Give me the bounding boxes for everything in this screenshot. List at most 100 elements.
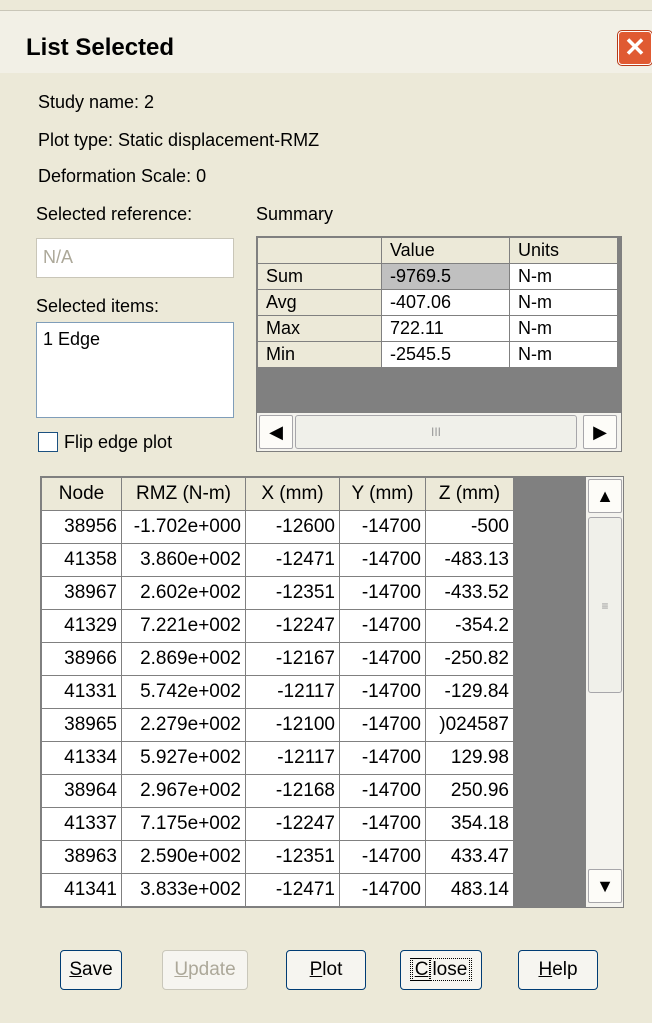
cell-z: -354.2 xyxy=(425,609,514,643)
cell-x: -12471 xyxy=(245,873,340,907)
summary-row[interactable]: Sum -9769.5 N-m xyxy=(257,263,618,290)
summary-row-units: N-m xyxy=(509,289,618,316)
summary-row-name: Max xyxy=(257,315,382,342)
cell-rmz: 2.967e+002 xyxy=(121,774,246,808)
cell-x: -12600 xyxy=(245,510,340,544)
plot-button[interactable]: Plot xyxy=(286,950,366,990)
summary-row[interactable]: Min -2545.5 N-m xyxy=(257,341,618,368)
cell-z: 354.18 xyxy=(425,807,514,841)
column-header-rmz[interactable]: RMZ (N-m) xyxy=(121,477,246,511)
cell-y: -14700 xyxy=(339,576,426,610)
save-label: ave xyxy=(82,959,113,980)
summary-row-units: N-m xyxy=(509,341,618,368)
summary-row[interactable]: Avg -407.06 N-m xyxy=(257,289,618,316)
cell-z: 483.14 xyxy=(425,873,514,907)
save-button[interactable]: Save xyxy=(60,950,122,990)
column-header-z[interactable]: Z (mm) xyxy=(425,477,514,511)
table-row[interactable]: 41358 3.860e+002 -12471 -14700 -483.13 xyxy=(41,543,514,577)
summary-row-value[interactable]: -407.06 xyxy=(381,289,510,316)
cell-x: -12168 xyxy=(245,774,340,808)
summary-label: Summary xyxy=(256,204,334,224)
cell-node: 41337 xyxy=(41,807,122,841)
help-label: elp xyxy=(552,959,578,980)
cell-x: -12351 xyxy=(245,840,340,874)
title-bar[interactable]: List Selected ✕ xyxy=(0,10,652,73)
plot-type: Plot type: Static displacement-RMZ xyxy=(38,130,320,150)
cell-rmz: 2.590e+002 xyxy=(121,840,246,874)
cell-x: -12351 xyxy=(245,576,340,610)
cell-node: 38967 xyxy=(41,576,122,610)
column-header-node[interactable]: Node xyxy=(41,477,122,511)
flip-edge-plot-checkbox[interactable] xyxy=(38,432,58,452)
cell-y: -14700 xyxy=(339,741,426,775)
summary-row[interactable]: Max 722.11 N-m xyxy=(257,315,618,342)
table-row[interactable]: 38964 2.967e+002 -12168 -14700 250.96 xyxy=(41,774,514,808)
scroll-thumb[interactable]: III xyxy=(295,415,577,449)
update-mnemonic: U xyxy=(174,959,189,980)
window-title: List Selected xyxy=(26,34,175,61)
results-table[interactable]: Node RMZ (N-m) X (mm) Y (mm) Z (mm) 3895… xyxy=(40,476,624,908)
close-icon[interactable]: ✕ xyxy=(618,31,652,65)
arrow-up-icon[interactable]: ▲ xyxy=(588,479,622,513)
selected-reference-field: N/A xyxy=(36,238,234,278)
table-row[interactable]: 41329 7.221e+002 -12247 -14700 -354.2 xyxy=(41,609,514,643)
close-button[interactable]: Close xyxy=(400,950,482,990)
cell-z: 433.47 xyxy=(425,840,514,874)
cell-y: -14700 xyxy=(339,807,426,841)
arrow-right-icon[interactable]: ▶ xyxy=(583,415,617,449)
cell-x: -12167 xyxy=(245,642,340,676)
cell-y: -14700 xyxy=(339,774,426,808)
table-row[interactable]: 41341 3.833e+002 -12471 -14700 483.14 xyxy=(41,873,514,907)
summary-row-name: Min xyxy=(257,341,382,368)
cell-y: -14700 xyxy=(339,642,426,676)
update-button: Update xyxy=(162,950,248,990)
table-row[interactable]: 38963 2.590e+002 -12351 -14700 433.47 xyxy=(41,840,514,874)
scroll-thumb[interactable]: ≡ xyxy=(588,517,622,693)
table-row[interactable]: 38956 -1.702e+000 -12600 -14700 -500 xyxy=(41,510,514,544)
summary-row-units: N-m xyxy=(509,315,618,342)
summary-row-value[interactable]: -9769.5 xyxy=(381,263,510,290)
cell-z: -433.52 xyxy=(425,576,514,610)
cell-y: -14700 xyxy=(339,510,426,544)
cell-rmz: 5.927e+002 xyxy=(121,741,246,775)
table-row[interactable]: 41334 5.927e+002 -12117 -14700 129.98 xyxy=(41,741,514,775)
summary-grid[interactable]: Value Units Sum -9769.5 N-m Avg -407.06 … xyxy=(256,236,622,452)
cell-y: -14700 xyxy=(339,873,426,907)
summary-row-value[interactable]: 722.11 xyxy=(381,315,510,342)
cell-rmz: 2.602e+002 xyxy=(121,576,246,610)
arrow-left-icon[interactable]: ◀ xyxy=(259,415,293,449)
study-name: Study name: 2 xyxy=(38,92,155,112)
summary-horizontal-scrollbar[interactable]: ◀ III ▶ xyxy=(257,413,621,451)
summary-row-name: Avg xyxy=(257,289,382,316)
table-row[interactable]: 41331 5.742e+002 -12117 -14700 -129.84 xyxy=(41,675,514,709)
cell-node: 41329 xyxy=(41,609,122,643)
cell-z: -129.84 xyxy=(425,675,514,709)
cell-rmz: 7.175e+002 xyxy=(121,807,246,841)
help-mnemonic: H xyxy=(538,959,553,980)
selected-items-list[interactable]: 1 Edge xyxy=(36,322,234,418)
arrow-down-icon[interactable]: ▼ xyxy=(588,869,622,903)
table-row[interactable]: 41337 7.175e+002 -12247 -14700 354.18 xyxy=(41,807,514,841)
table-row[interactable]: 38965 2.279e+002 -12100 -14700)024587 xyxy=(41,708,514,742)
cell-rmz: 2.279e+002 xyxy=(121,708,246,742)
summary-row-value[interactable]: -2545.5 xyxy=(381,341,510,368)
cell-node: 41341 xyxy=(41,873,122,907)
flip-edge-plot-label[interactable]: Flip edge plot xyxy=(64,432,172,453)
cell-z: -250.82 xyxy=(425,642,514,676)
column-header-x[interactable]: X (mm) xyxy=(245,477,340,511)
table-row[interactable]: 38967 2.602e+002 -12351 -14700 -433.52 xyxy=(41,576,514,610)
cell-node: 41331 xyxy=(41,675,122,709)
cell-node: 38965 xyxy=(41,708,122,742)
cell-z: -500 xyxy=(425,510,514,544)
help-button[interactable]: Help xyxy=(518,950,598,990)
results-vertical-scrollbar[interactable]: ▲ ≡ ▼ xyxy=(586,477,623,907)
cell-z: -483.13 xyxy=(425,543,514,577)
cell-x: -12117 xyxy=(245,741,340,775)
close-mnemonic: C xyxy=(411,958,432,981)
summary-header-value: Value xyxy=(381,237,510,264)
cell-y: -14700 xyxy=(339,840,426,874)
cell-node: 38963 xyxy=(41,840,122,874)
table-row[interactable]: 38966 2.869e+002 -12167 -14700 -250.82 xyxy=(41,642,514,676)
close-label: lose xyxy=(429,958,471,981)
column-header-y[interactable]: Y (mm) xyxy=(339,477,426,511)
